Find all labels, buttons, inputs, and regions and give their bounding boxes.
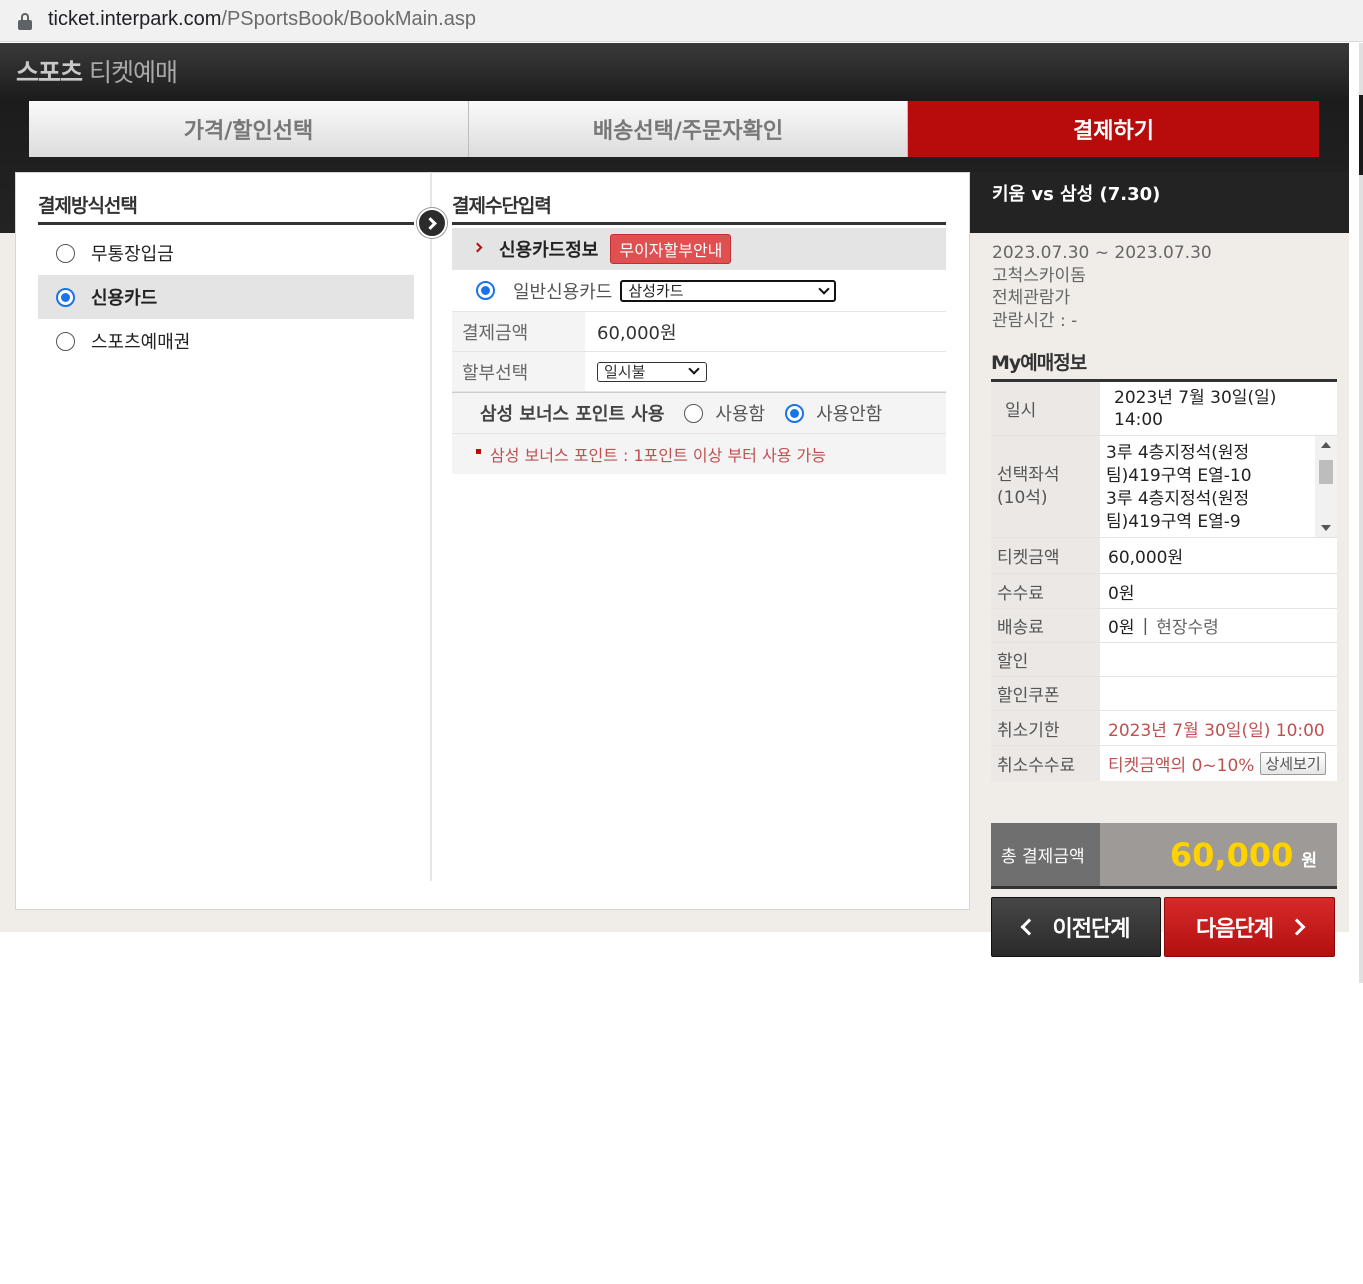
method-sports-voucher[interactable]: 스포츠예매권	[38, 319, 414, 363]
bonus-point-label: 삼성 보너스 포인트 사용	[480, 404, 665, 425]
step-price-discount[interactable]: 가격/할인선택	[29, 101, 469, 157]
arrow-right-icon	[417, 208, 447, 238]
payment-method-section: 결제방식선택 무통장입금 신용카드 스포츠예매권	[38, 173, 414, 363]
my-booking-table: 일시 2023년 7월 30일(일) 14:00 선택좌석 (10석) 3루 4…	[991, 379, 1337, 781]
step-delivery-confirm[interactable]: 배송선택/주문자확인	[469, 101, 908, 157]
radio-general-card[interactable]	[476, 281, 495, 300]
match-info: 2023.07.30 ~ 2023.07.30 고척스카이돔 전체관람가 관람시…	[992, 243, 1212, 331]
amount-value: 60,000원	[597, 322, 677, 344]
next-step-button[interactable]: 다음단계	[1164, 897, 1335, 957]
page-scrollbar[interactable]	[1349, 43, 1363, 983]
booking-page: 스포츠 티켓예매 가격/할인선택 배송선택/주문자확인 결제하기 결제방식선택 …	[0, 43, 1349, 957]
column-divider	[430, 173, 432, 881]
card-company-select[interactable]: 삼성카드	[620, 279, 837, 302]
brand-title: 스포츠 티켓예매	[16, 58, 178, 87]
radio-bank-transfer[interactable]	[56, 243, 75, 263]
amount-label: 결제금액	[452, 312, 585, 351]
total-amount-label: 총 결제금액	[991, 823, 1100, 886]
bonus-point-row: 삼성 보너스 포인트 사용 사용함 사용안함	[452, 392, 946, 434]
url-text[interactable]: ticket.interpark.com/PSportsBook/BookMai…	[48, 8, 476, 31]
datetime-row: 일시 2023년 7월 30일(일) 14:00	[991, 382, 1337, 436]
scroll-up-icon[interactable]	[1321, 442, 1331, 448]
payment-input-title: 결제수단입력	[452, 173, 946, 225]
match-title: 키움 vs 삼성 (7.30)	[970, 172, 1349, 233]
cancel-fee-row: 취소수수료 티켓금액의 0~10% 상세보기	[991, 746, 1337, 781]
payment-method-title: 결제방식선택	[38, 173, 414, 225]
bonus-point-note: 삼성 보너스 포인트 : 1포인트 이상 부터 사용 가능	[452, 434, 946, 474]
installment-row: 할부선택 일시불	[452, 352, 946, 392]
fee-row: 수수료 0원	[991, 574, 1337, 609]
scroll-down-icon[interactable]	[1321, 525, 1331, 531]
ticket-price-row: 티켓금액 60,000원	[991, 538, 1337, 574]
coupon-row: 할인쿠폰	[991, 677, 1337, 711]
discount-row: 할인	[991, 643, 1337, 677]
caret-right-icon	[472, 242, 483, 252]
radio-bonus-use[interactable]	[684, 403, 704, 423]
lock-icon	[18, 13, 32, 30]
interest-free-button[interactable]: 무이자할부안내	[610, 234, 732, 264]
method-bank-transfer[interactable]: 무통장입금	[38, 231, 414, 275]
radio-sports-voucher[interactable]	[56, 331, 75, 351]
total-amount-value: 60,000	[1169, 835, 1294, 874]
chevron-down-icon	[818, 282, 831, 295]
delivery-row: 배송료 0원 | 현장수령	[991, 609, 1337, 643]
installment-label: 할부선택	[452, 352, 585, 391]
card-type-row: 일반신용카드 삼성카드	[452, 270, 946, 312]
address-bar[interactable]: ticket.interpark.com/PSportsBook/BookMai…	[0, 0, 1363, 42]
payment-panel: 결제방식선택 무통장입금 신용카드 스포츠예매권 결제수단입력 신용카드정보 무	[15, 172, 970, 910]
step-payment[interactable]: 결제하기	[908, 101, 1319, 157]
payment-input-section: 결제수단입력 신용카드정보 무이자할부안내 일반신용카드 삼성카드 결제금액 6…	[452, 173, 946, 474]
seat-list[interactable]: 3루 4층지정석(원정 팀)419구역 E열-10 3루 4층지정석(원정 팀)…	[1100, 436, 1337, 537]
radio-bonus-nouse[interactable]	[785, 403, 805, 423]
method-credit-card[interactable]: 신용카드	[38, 275, 414, 319]
radio-credit-card[interactable]	[56, 287, 75, 307]
seat-list-scrollbar[interactable]	[1315, 436, 1337, 537]
chevron-right-icon	[1288, 918, 1306, 936]
my-booking-title: My예매정보	[991, 352, 1087, 374]
amount-row: 결제금액 60,000원	[452, 312, 946, 352]
total-amount-row: 총 결제금액 60,000 원	[991, 823, 1337, 889]
detail-view-button[interactable]: 상세보기	[1260, 752, 1326, 775]
cancel-deadline-row: 취소기한 2023년 7월 30일(일) 10:00	[991, 711, 1337, 746]
chevron-down-icon	[688, 362, 700, 375]
installment-select[interactable]: 일시불	[597, 361, 707, 382]
seat-row: 선택좌석 (10석) 3루 4층지정석(원정 팀)419구역 E열-10 3루 …	[991, 436, 1337, 538]
bullet-icon	[476, 448, 481, 454]
booking-summary: 키움 vs 삼성 (7.30) 2023.07.30 ~ 2023.07.30 …	[970, 172, 1349, 957]
chevron-left-icon	[1020, 918, 1038, 936]
step-tabs: 가격/할인선택 배송선택/주문자확인 결제하기	[29, 101, 1319, 157]
prev-step-button[interactable]: 이전단계	[991, 897, 1161, 957]
card-info-header: 신용카드정보 무이자할부안내	[452, 228, 946, 270]
